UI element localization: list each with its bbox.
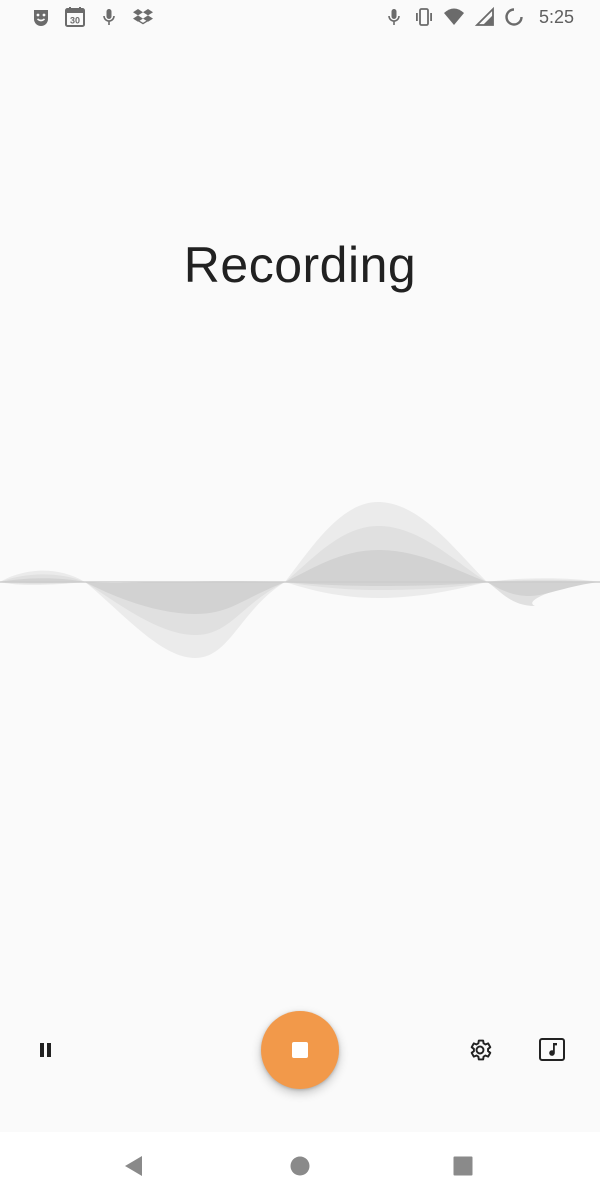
mic-icon — [98, 6, 120, 28]
pause-button[interactable] — [26, 1030, 66, 1070]
notification-icons: 30 — [30, 6, 154, 28]
calendar-icon: 30 — [64, 6, 86, 28]
stop-icon — [292, 1042, 308, 1058]
music-library-button[interactable] — [532, 1030, 572, 1070]
settings-button[interactable] — [460, 1030, 500, 1070]
recording-title: Recording — [183, 237, 417, 293]
back-button[interactable] — [112, 1146, 156, 1186]
status-clock: 5:25 — [538, 7, 574, 27]
gear-icon — [470, 1039, 492, 1061]
navigation-bar — [0, 1132, 600, 1200]
back-icon — [125, 1156, 142, 1176]
signal-icon — [473, 6, 495, 28]
system-icons: 5:25 — [383, 6, 574, 28]
vibrate-icon — [413, 6, 435, 28]
stop-recording-button[interactable] — [261, 1011, 339, 1089]
status-bar: 30 5:25 — [0, 0, 600, 34]
calendar-day: 30 — [70, 16, 80, 26]
wifi-icon — [443, 6, 465, 28]
home-button[interactable] — [278, 1146, 322, 1186]
audio-waveform — [0, 502, 600, 658]
mic-icon — [383, 6, 405, 28]
recents-icon — [453, 1156, 473, 1176]
pause-icon — [40, 1043, 51, 1057]
battery-saver-icon — [503, 6, 525, 28]
recording-controls — [0, 1010, 600, 1090]
home-icon — [290, 1156, 310, 1176]
dropbox-icon — [132, 6, 154, 28]
recents-button[interactable] — [441, 1146, 485, 1186]
music-note-icon — [539, 1038, 565, 1061]
face-icon — [30, 6, 52, 28]
